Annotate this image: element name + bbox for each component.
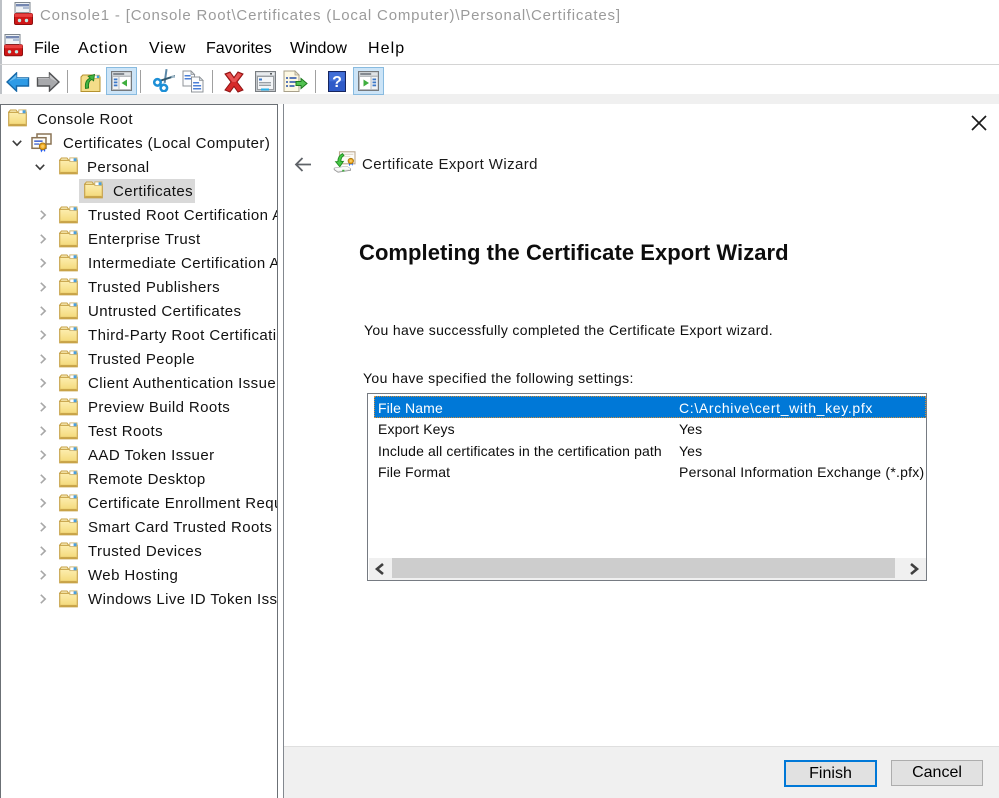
svg-text:?: ? xyxy=(332,74,342,91)
